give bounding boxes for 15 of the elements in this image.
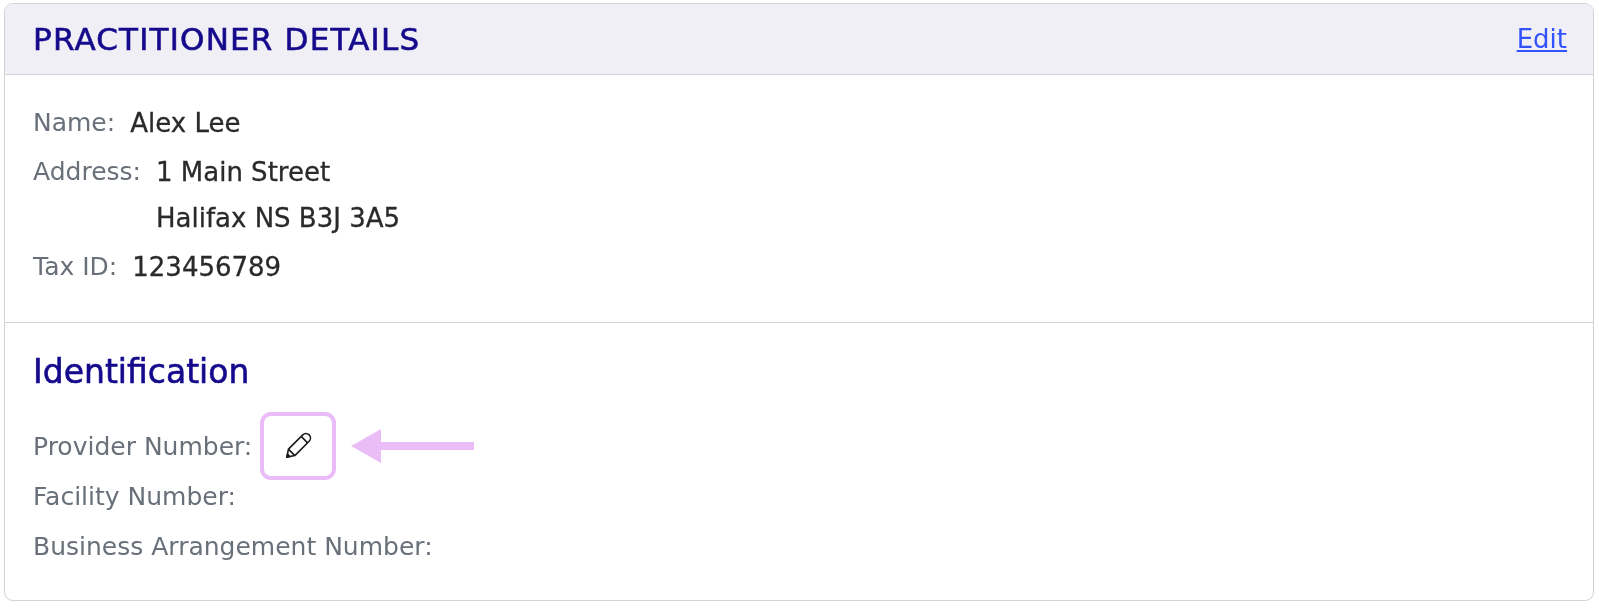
panel-title: PRACTITIONER DETAILS xyxy=(33,21,421,57)
field-value: 1 Main Street xyxy=(156,156,332,189)
field-value: Alex Lee xyxy=(130,107,241,140)
field-label: Address: xyxy=(33,156,141,188)
field-label: Provider Number: xyxy=(33,431,253,461)
field-label: Business Arrangement Number: xyxy=(33,531,433,561)
field-value: 123456789 xyxy=(132,251,282,284)
field-label: Tax ID: xyxy=(33,251,118,283)
field-label: Facility Number: xyxy=(33,481,236,511)
field-label: Name: xyxy=(33,107,116,139)
section-heading: Identification xyxy=(33,352,250,392)
pencil-icon xyxy=(283,431,314,461)
edit-button[interactable] xyxy=(260,412,337,480)
edit-link[interactable]: Edit xyxy=(1516,24,1567,54)
field-value: Halifax NS B3J 3A5 xyxy=(156,202,401,235)
